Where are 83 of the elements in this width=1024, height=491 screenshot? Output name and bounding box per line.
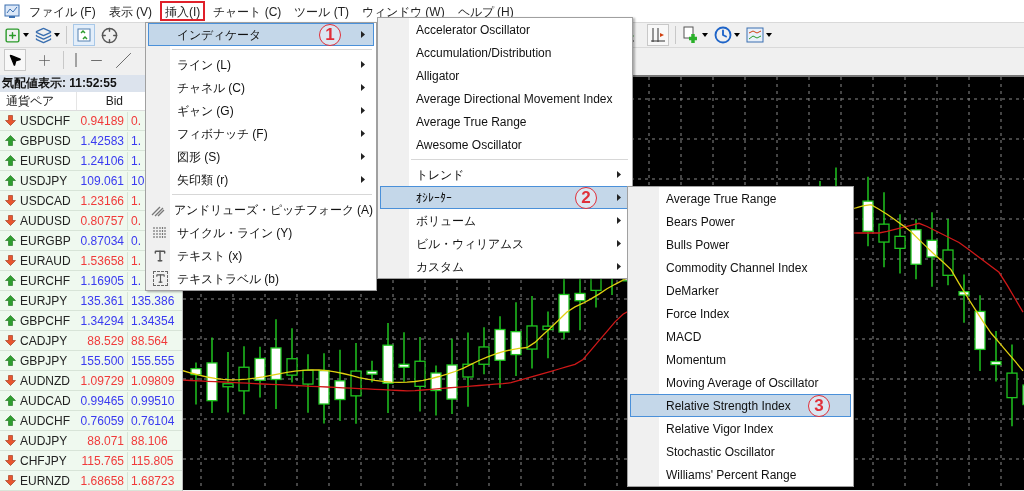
menu-item[interactable]: Williams' Percent Range <box>630 463 851 486</box>
bid-cell-text: 1.09729 <box>79 372 125 390</box>
menu-bar-item[interactable]: 挿入(I) <box>160 1 206 21</box>
bid-cell-text: 0.76059 <box>79 412 125 430</box>
menu-item[interactable]: Accelerator Oscillator <box>380 18 630 41</box>
menu-item[interactable]: Commodity Channel Index <box>630 256 851 279</box>
bid-cell-text: 0.99465 <box>79 392 125 410</box>
menu-item[interactable]: Bears Power <box>630 210 851 233</box>
bid-cell-text: 0.87034 <box>79 232 125 250</box>
menu-item[interactable]: ライン (L) <box>148 53 374 76</box>
menu-item[interactable]: Average True Range <box>380 110 630 133</box>
menu-item[interactable]: Momentum <box>630 348 851 371</box>
symbol-cell[interactable]: AUDCAD <box>20 391 76 410</box>
step-number: 1 <box>319 23 341 46</box>
menu-item[interactable]: ビル・ウィリアムス <box>380 232 630 255</box>
symbol-cell[interactable]: EURUSD <box>20 151 76 170</box>
menu-item[interactable]: MACD <box>630 325 851 348</box>
menu-bar-item[interactable]: 表示 (V) <box>103 1 157 21</box>
bid-cell-text: 0.80757 <box>79 212 125 230</box>
menu-item[interactable]: Force Index <box>630 302 851 325</box>
step-number: 3 <box>808 394 830 417</box>
symbol-cell[interactable]: EURAUD <box>20 251 76 270</box>
symbol-cell[interactable]: GBPUSD <box>20 131 76 150</box>
bid-cell-text: 155.500 <box>79 352 125 370</box>
menu-item[interactable]: Stochastic Oscillator <box>630 440 851 463</box>
menu-item[interactable]: インディケータ 1 <box>148 23 374 46</box>
ask-cell: 0.76104 <box>127 411 180 430</box>
bid-cell-text: 135.361 <box>79 292 125 310</box>
bid-cell-text: 1.24106 <box>79 152 125 170</box>
menu-item[interactable]: DeMarker <box>630 279 851 302</box>
bid-cell-text: 88.529 <box>86 332 125 350</box>
bid-cell-text: 1.53658 <box>79 252 125 270</box>
ask-cell: 115.805 <box>127 451 180 470</box>
menu-item[interactable]: ｵｼﾚｰﾀｰ 2 <box>380 186 630 209</box>
bid-cell-text: 1.68658 <box>79 472 125 490</box>
menu-item[interactable]: Bulls Power <box>630 233 851 256</box>
symbol-cell[interactable]: GBPCHF <box>20 311 76 330</box>
bid-cell-text: 0.94189 <box>79 112 125 130</box>
symbol-cell[interactable]: USDCAD <box>20 191 76 210</box>
menu-item[interactable]: Average True Range <box>630 187 851 210</box>
symbol-cell[interactable]: USDJPY <box>20 171 76 190</box>
menu-bar-item[interactable]: チャート (C) <box>208 1 287 21</box>
ask-cell: 1.09809 <box>127 371 180 390</box>
column-header[interactable]: Bid <box>76 92 127 110</box>
menu-item[interactable]: Average Directional Movement Index <box>380 87 630 110</box>
menu-item[interactable]: Accumulation/Distribution <box>380 41 630 64</box>
bid-cell-text: 1.42583 <box>79 132 125 150</box>
bid-cell-text: 115.765 <box>80 452 125 470</box>
menu-bar-item[interactable]: ツール (T) <box>289 1 354 21</box>
ask-cell: 0.99510 <box>127 391 180 410</box>
menu-item[interactable]: Alligator <box>380 64 630 87</box>
symbol-cell[interactable]: AUDJPY <box>20 431 76 450</box>
column-header[interactable]: 通貨ペア <box>0 92 76 110</box>
symbol-cell[interactable]: EURCHF <box>20 271 76 290</box>
bid-cell-text: 109.061 <box>79 172 125 190</box>
menu-item[interactable]: トレンド <box>380 163 630 186</box>
bid-cell-text: 1.23166 <box>79 192 125 210</box>
symbol-cell[interactable]: AUDCHF <box>20 411 76 430</box>
ask-cell: 1.34354 <box>127 311 180 330</box>
symbol-cell[interactable]: EURJPY <box>20 291 76 310</box>
menu-item[interactable]: Relative Strength Index 3 <box>630 394 851 417</box>
symbol-cell[interactable]: EURGBP <box>20 231 76 250</box>
bid-cell-text: 1.34294 <box>79 312 125 330</box>
menu-item[interactable]: Relative Vigor Index <box>630 417 851 440</box>
ask-cell: 1.68723 <box>127 471 180 490</box>
bid-cell-text: 88.071 <box>86 432 125 450</box>
bid-cell-text: 1.16905 <box>79 272 125 290</box>
step-number: 2 <box>575 186 597 209</box>
symbol-cell[interactable]: GBPJPY <box>20 351 76 370</box>
symbol-cell[interactable]: EURNZD <box>20 471 76 490</box>
menu-item[interactable]: Awesome Oscillator <box>380 133 630 156</box>
ask-cell: 88.106 <box>127 431 180 450</box>
symbol-cell[interactable]: CADJPY <box>20 331 76 350</box>
symbol-cell[interactable]: AUDUSD <box>20 211 76 230</box>
menu-item[interactable]: カスタム <box>380 255 630 278</box>
symbol-cell[interactable]: CHFJPY <box>20 451 76 470</box>
symbol-cell[interactable]: USDCHF <box>20 111 76 130</box>
menu-item[interactable]: ボリューム <box>380 209 630 232</box>
menu-bar-item[interactable]: ファイル (F) <box>24 1 101 21</box>
symbol-cell[interactable]: AUDNZD <box>20 371 76 390</box>
ask-cell: 88.564 <box>127 331 180 350</box>
menu-item[interactable]: Moving Average of Oscillator <box>630 371 851 394</box>
ask-cell: 155.555 <box>127 351 180 370</box>
